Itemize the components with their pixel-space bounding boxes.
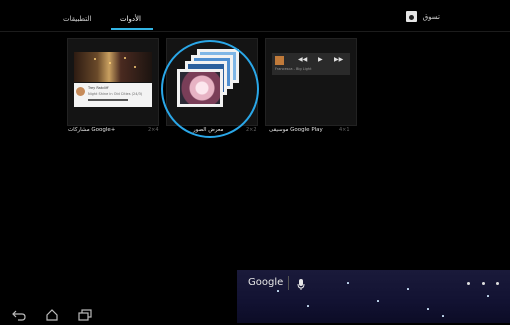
widget-label-gallery: معرض الصور	[193, 127, 224, 133]
home-icon[interactable]	[45, 306, 59, 325]
widget-label-music: موسيقى Google Play	[269, 127, 323, 133]
widget-size-google-plus: 2×4	[148, 127, 159, 133]
page-indicator-dot	[482, 282, 485, 285]
back-icon[interactable]	[12, 306, 26, 325]
navigation-bar	[0, 300, 240, 323]
widget-google-plus[interactable]: Trey Ratcliff Night Shine in Old Cities …	[67, 38, 159, 126]
search-divider	[288, 276, 289, 290]
highlight-ring	[161, 40, 259, 138]
track-info: Francesca - Big Light	[275, 67, 312, 71]
next-icon: ▶▶	[334, 56, 344, 63]
page-indicator-dot	[496, 282, 499, 285]
widget-size-music: 4×1	[339, 127, 350, 133]
recent-apps-icon[interactable]	[78, 306, 92, 325]
widget-music[interactable]: ◀︎◀︎ ▶ ▶▶ Francesca - Big Light	[265, 38, 357, 126]
music-player-card: ◀︎◀︎ ▶ ▶▶ Francesca - Big Light	[272, 53, 350, 75]
post-author: Trey Ratcliff	[88, 86, 109, 90]
top-divider	[0, 31, 510, 32]
google-plus-post-card: Trey Ratcliff Night Shine in Old Cities …	[74, 83, 152, 107]
tab-apps[interactable]: التطبيقات	[63, 15, 91, 23]
widget-size-gallery: 2×2	[246, 127, 257, 133]
active-tab-indicator	[111, 28, 153, 30]
album-art	[275, 56, 284, 65]
page-indicator-dot	[467, 282, 470, 285]
tab-widgets[interactable]: الأدوات	[120, 15, 141, 23]
google-search-logo[interactable]: Google	[248, 277, 283, 288]
avatar	[76, 87, 85, 96]
previous-icon: ◀︎◀︎	[298, 56, 308, 63]
store-label: تسوق	[422, 12, 440, 21]
post-text: Night Shine in Old Cities (24/3)	[88, 92, 143, 96]
google-plus-photo	[74, 52, 152, 82]
widget-label-google-plus: مشاركات Google+	[68, 127, 116, 133]
microphone-icon[interactable]	[297, 276, 305, 295]
play-icon: ▶	[318, 56, 323, 63]
store-bag-icon	[405, 11, 417, 22]
store-button[interactable]: تسوق	[405, 11, 440, 22]
